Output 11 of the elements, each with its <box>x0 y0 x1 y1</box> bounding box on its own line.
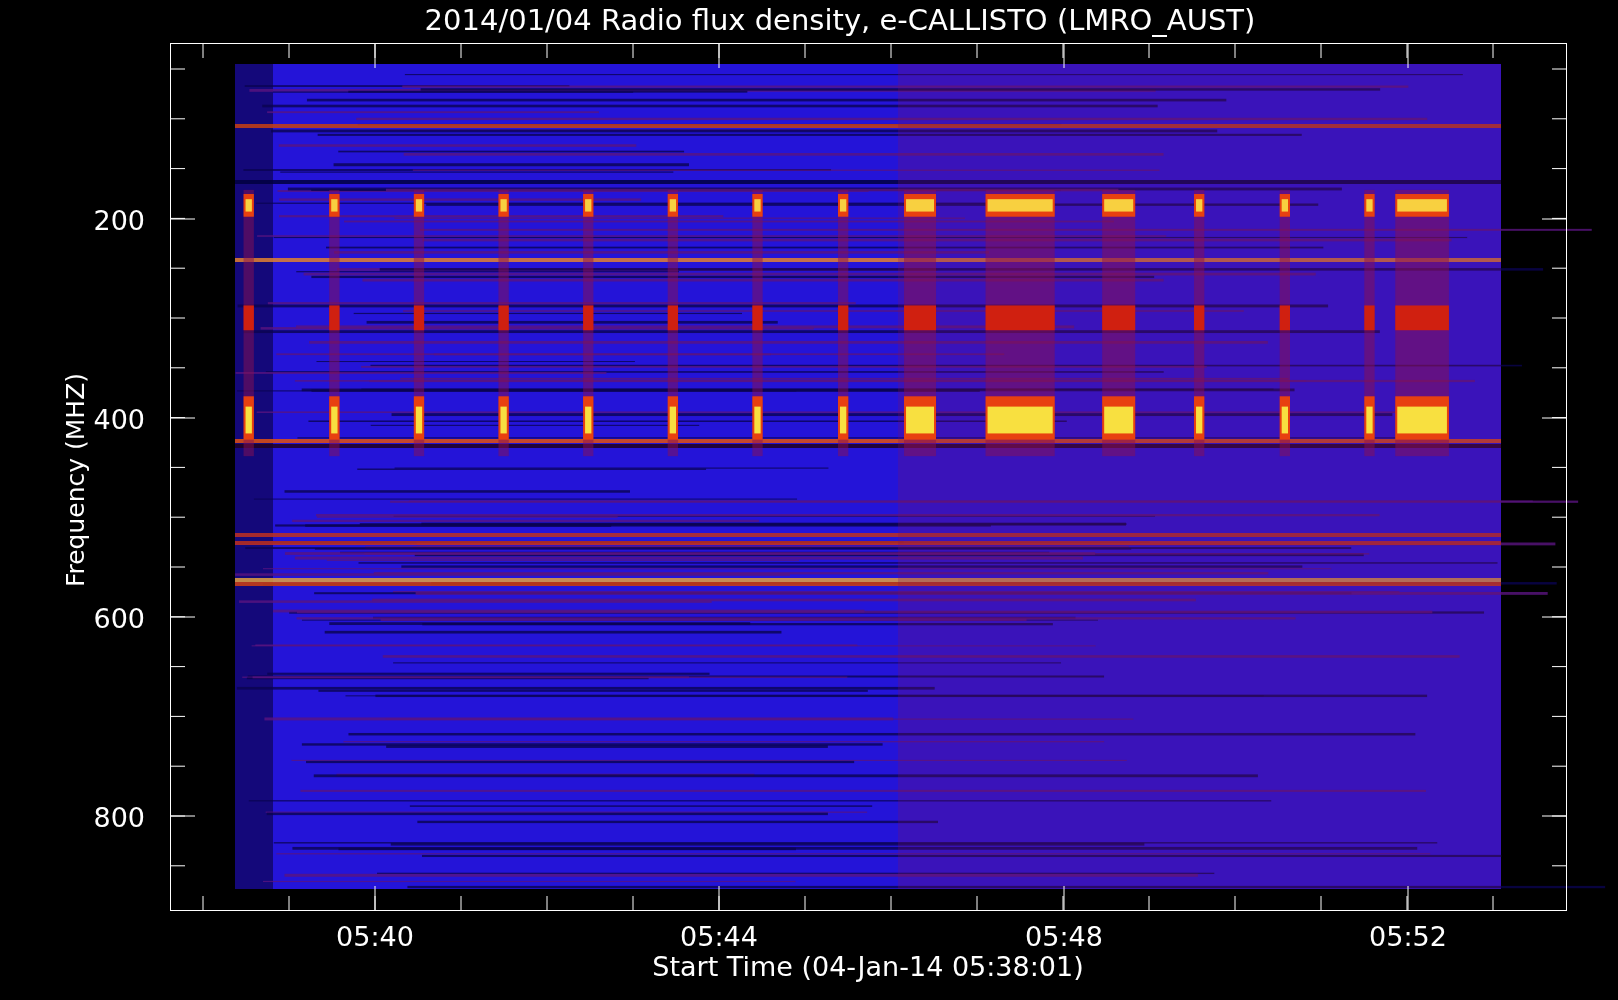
y-tick-label: 800 <box>93 802 145 833</box>
y-axis-title: Frequency (MHZ) <box>61 372 90 588</box>
chart-title: 2014/01/04 Radio flux density, e-CALLISTO (LMRO_AUST) <box>424 3 1256 37</box>
x-tick-label: 05:40 <box>336 921 414 952</box>
y-tick-label: 600 <box>93 603 145 634</box>
x-axis-title: Start Time (04-Jan-14 05:38:01) <box>652 951 1084 982</box>
x-tick-label: 05:48 <box>1025 921 1103 952</box>
x-tick-label: 05:44 <box>680 921 758 952</box>
y-tick-label: 400 <box>93 404 145 435</box>
x-tick-label: 05:52 <box>1369 921 1447 952</box>
y-tick-label: 200 <box>93 205 145 236</box>
